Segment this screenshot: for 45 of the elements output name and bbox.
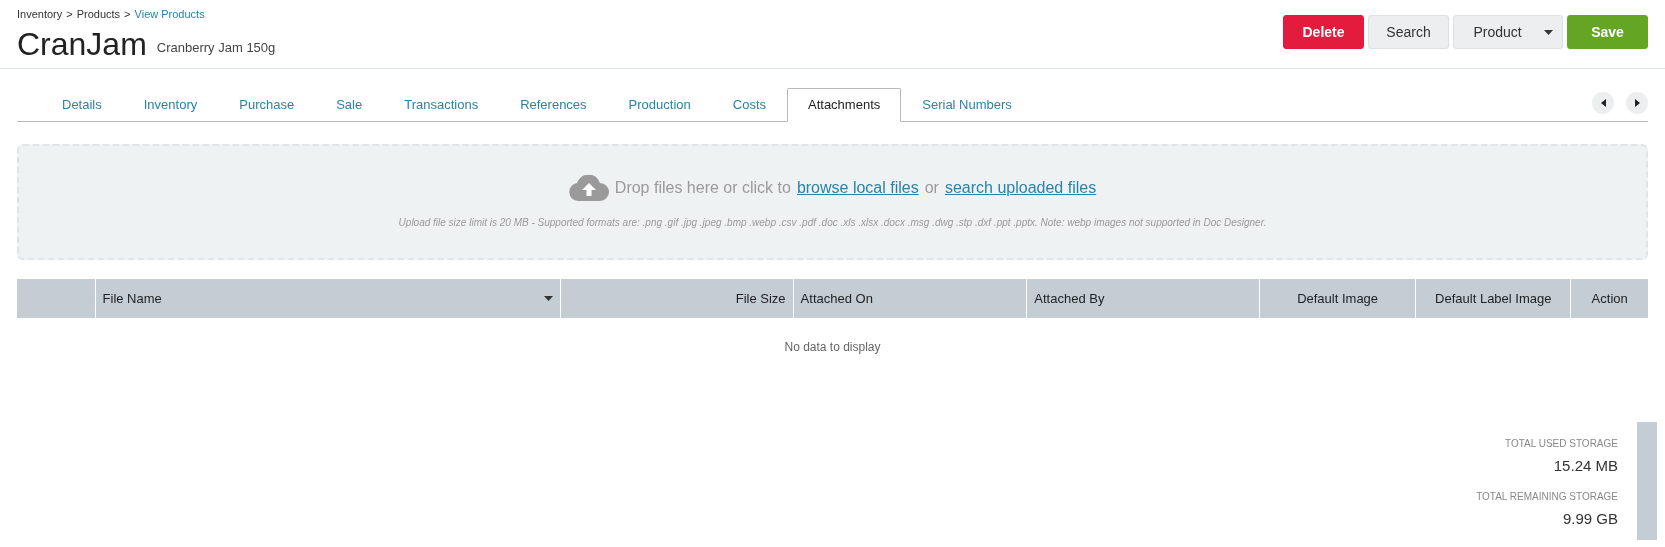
column-header[interactable]: File Size	[559, 279, 793, 318]
column-header[interactable]: Attached On	[792, 279, 1027, 318]
storage-value: 15.24 MB	[1553, 456, 1618, 476]
tab[interactable]: Attachments	[787, 88, 902, 122]
scroll-right-button[interactable]	[1626, 92, 1648, 114]
cloud-upload-icon	[568, 174, 609, 201]
search-uploaded-files-link[interactable]: search uploaded files	[944, 175, 1097, 200]
storage-label: TOTAL USED STORAGE	[1505, 437, 1618, 451]
drop-instruction: Drop files here or click to	[614, 177, 791, 198]
column-header[interactable]: File Name	[94, 279, 560, 318]
tab[interactable]: Transactions	[383, 88, 500, 122]
action-button[interactable]: Save	[1567, 15, 1648, 49]
breadcrumb-link[interactable]: Products	[76, 6, 121, 23]
tab[interactable]: Details	[41, 88, 123, 122]
storage-value: 9.99 GB	[1562, 508, 1618, 529]
caret-right-icon	[1634, 99, 1640, 107]
caret-down-icon	[1543, 29, 1553, 35]
page-subtitle: Cranberry Jam 150g	[156, 39, 276, 57]
tab[interactable]: Serial Numbers	[901, 88, 1033, 122]
column-header[interactable]: Attached By	[1026, 279, 1260, 318]
browse-local-files-link[interactable]: browse local files	[796, 175, 919, 200]
drop-instruction-connector: or	[924, 177, 939, 198]
tab[interactable]: Purchase	[218, 88, 316, 122]
caret-left-icon	[1600, 99, 1606, 107]
breadcrumb-separator: >	[124, 7, 131, 22]
action-button[interactable]: Search	[1368, 15, 1449, 49]
column-header[interactable]: Action	[1570, 279, 1648, 318]
tab[interactable]: Costs	[711, 88, 787, 122]
column-header[interactable]: Default Label Image	[1415, 279, 1571, 318]
upload-limit-note: Upload file size limit is 20 MB - Supported formats are: .png .gif .jpg .jpeg .bmp .webp .csv .pdf .doc .xls .xlsx .docx .msg .dwg .stp .dxf .ppt .pptx. Note: webp images not supported in Doc Designer.	[398, 215, 1267, 230]
tab[interactable]: Production	[607, 88, 712, 122]
dropdown-button[interactable]: Product	[1453, 15, 1563, 49]
action-button[interactable]: Delete	[1283, 15, 1364, 49]
caret-down-icon	[543, 296, 553, 301]
empty-table-message: No data to display	[784, 339, 881, 356]
tab[interactable]: Sale	[315, 88, 384, 122]
tab[interactable]: References	[499, 88, 608, 122]
scroll-left-button[interactable]	[1592, 92, 1614, 114]
breadcrumb-separator: >	[66, 7, 73, 22]
tab[interactable]: Inventory	[122, 88, 219, 122]
column-header[interactable]: Default Image	[1259, 279, 1416, 318]
breadcrumb-link[interactable]: Inventory	[17, 6, 63, 23]
page-title: CranJam	[17, 24, 147, 63]
breadcrumb-link[interactable]: View Products	[134, 6, 205, 23]
storage-label: TOTAL REMAINING STORAGE	[1476, 489, 1618, 504]
